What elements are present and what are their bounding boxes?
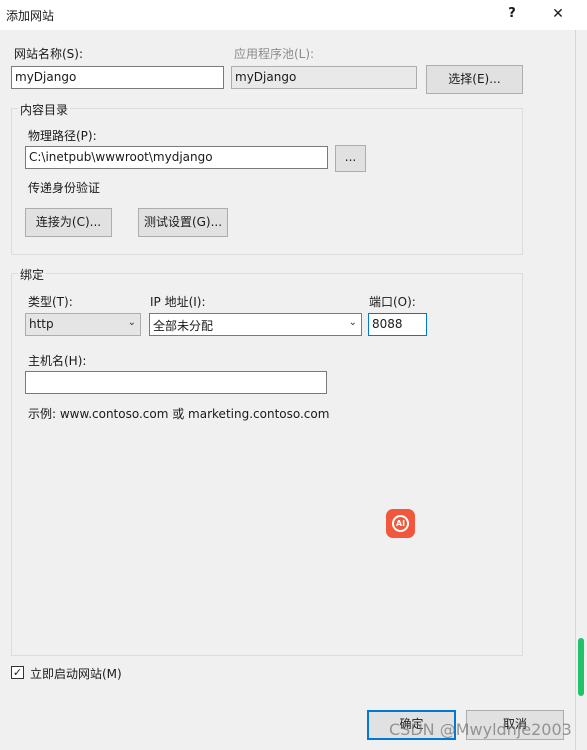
type-select[interactable]: http ⌄ — [25, 313, 141, 336]
physical-path-label: 物理路径(P): — [28, 129, 97, 143]
site-name-input[interactable]: myDjango — [11, 66, 224, 89]
watermark: CSDN @Mwyldnje2003 — [389, 720, 572, 739]
start-immediately-checkbox[interactable]: ✓ — [11, 666, 24, 679]
window-title: 添加网站 — [6, 9, 55, 23]
pass-auth-label: 传递身份验证 — [28, 181, 101, 195]
help-button[interactable]: ? — [499, 2, 525, 26]
ai-icon: AI — [392, 515, 409, 532]
host-name-label: 主机名(H): — [28, 354, 87, 368]
browse-path-button[interactable]: ... — [335, 145, 366, 172]
host-name-input[interactable] — [25, 371, 327, 394]
start-immediately-label: 立即启动网站(M) — [30, 667, 122, 681]
app-pool-field: myDjango — [231, 66, 417, 89]
binding-legend: 绑定 — [18, 266, 47, 283]
physical-path-input[interactable]: C:\inetpub\wwwroot\mydjango — [25, 146, 328, 169]
chevron-down-icon: ⌄ — [348, 317, 357, 328]
type-label: 类型(T): — [28, 295, 73, 309]
port-label: 端口(O): — [369, 295, 416, 309]
type-select-value: http — [29, 317, 54, 331]
ip-address-label: IP 地址(I): — [150, 295, 206, 309]
close-button[interactable]: ✕ — [545, 2, 571, 26]
ai-assistant-badge[interactable]: AI — [386, 509, 415, 538]
site-name-label: 网站名称(S): — [14, 47, 84, 61]
ip-address-select[interactable]: 全部未分配 ⌄ — [149, 313, 362, 336]
port-input[interactable]: 8088 — [368, 313, 427, 336]
scrollbar-thumb[interactable] — [578, 638, 584, 696]
window-divider — [575, 30, 576, 750]
chevron-down-icon: ⌄ — [127, 317, 136, 328]
connect-as-button[interactable]: 连接为(C)... — [25, 208, 112, 237]
app-pool-label: 应用程序池(L): — [234, 47, 315, 61]
select-app-pool-button[interactable]: 选择(E)... — [426, 65, 523, 94]
example-text: 示例: www.contoso.com 或 marketing.contoso.… — [28, 407, 330, 421]
content-directory-legend: 内容目录 — [18, 101, 71, 118]
test-settings-button[interactable]: 测试设置(G)... — [138, 208, 228, 237]
ip-address-select-value: 全部未分配 — [153, 319, 214, 333]
